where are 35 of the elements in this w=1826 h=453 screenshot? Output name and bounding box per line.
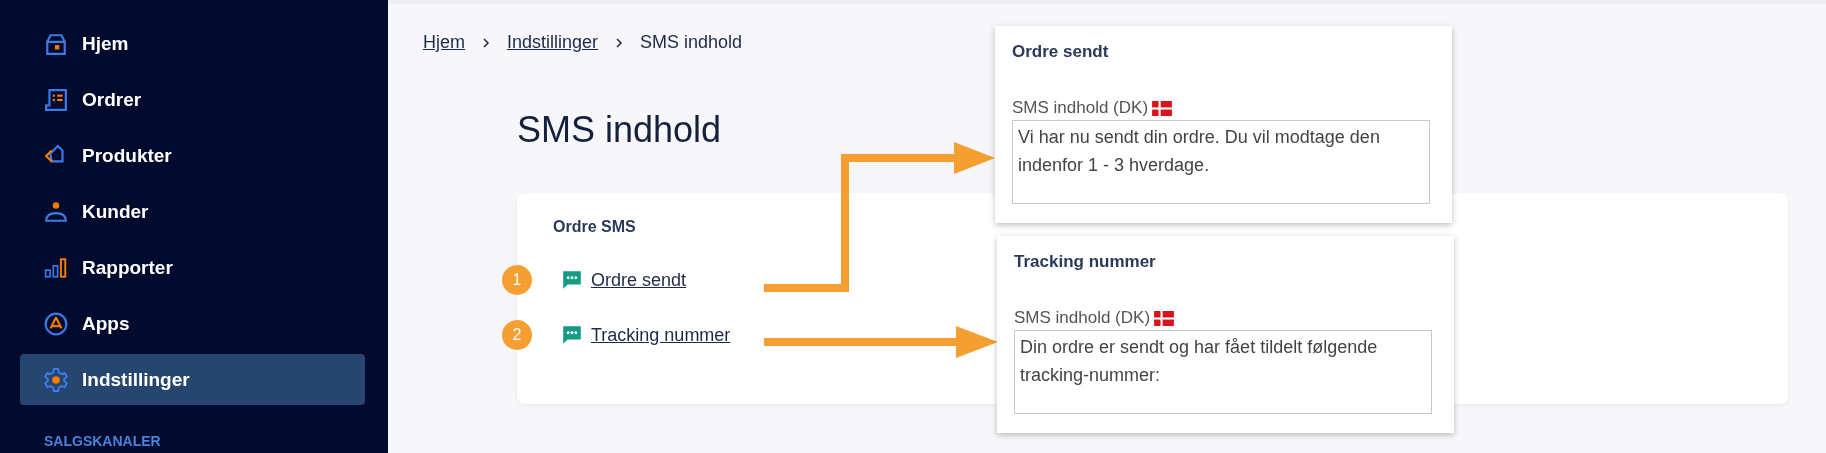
chevron-right-icon [481,37,491,48]
sidebar-item[interactable]: Ordrer [20,74,365,125]
sms-link[interactable]: Tracking nummer [591,324,731,346]
house-icon [44,31,68,56]
sms-link[interactable]: Ordre sendt [591,269,687,291]
breadcrumb-link[interactable]: Hjem [423,32,465,53]
flag-icon [1154,310,1175,326]
field-label: SMS indhold (DK) [1012,98,1149,118]
chevron-right-icon [614,37,625,48]
bar-chart-icon [44,255,68,280]
sidebar-item[interactable]: Apps [20,298,365,349]
sidebar-item[interactable]: Produkter [20,130,365,181]
section-heading: SALGSKANALER [44,433,162,449]
popup-title: Ordre sendt [1012,42,1110,62]
popup-title: Tracking nummer [1014,252,1157,272]
message-field[interactable]: Din ordre er sendt og har fået tildelt følgende tracking-nummer: [1014,330,1432,414]
sidebar-item[interactable]: Indstillinger [20,354,365,405]
chat-bubble-icon [561,324,583,346]
receipt-icon [44,87,68,112]
field-label: SMS indhold (DK) [1014,308,1151,328]
sidebar-item[interactable]: Kunder [20,186,365,237]
apps-icon [44,311,68,336]
number-badge: 2 [502,320,532,350]
chat-bubble-icon [561,269,583,291]
person-icon [44,199,68,224]
breadcrumb-link[interactable]: Indstillinger [507,32,599,53]
card-title: Ordre SMS [553,218,637,236]
breadcrumb-current: SMS indhold [640,32,743,53]
page-title: SMS indhold [517,109,722,151]
message-field[interactable]: Vi har nu sendt din ordre. Du vil modtage den indenfor 1 - 3 hverdage. [1012,120,1430,204]
settings-icon [44,367,68,392]
sidebar-item[interactable]: Rapporter [20,242,365,293]
number-badge: 1 [502,265,532,295]
sidebar-item[interactable]: Hjem [20,18,365,69]
flag-icon [1152,100,1173,116]
